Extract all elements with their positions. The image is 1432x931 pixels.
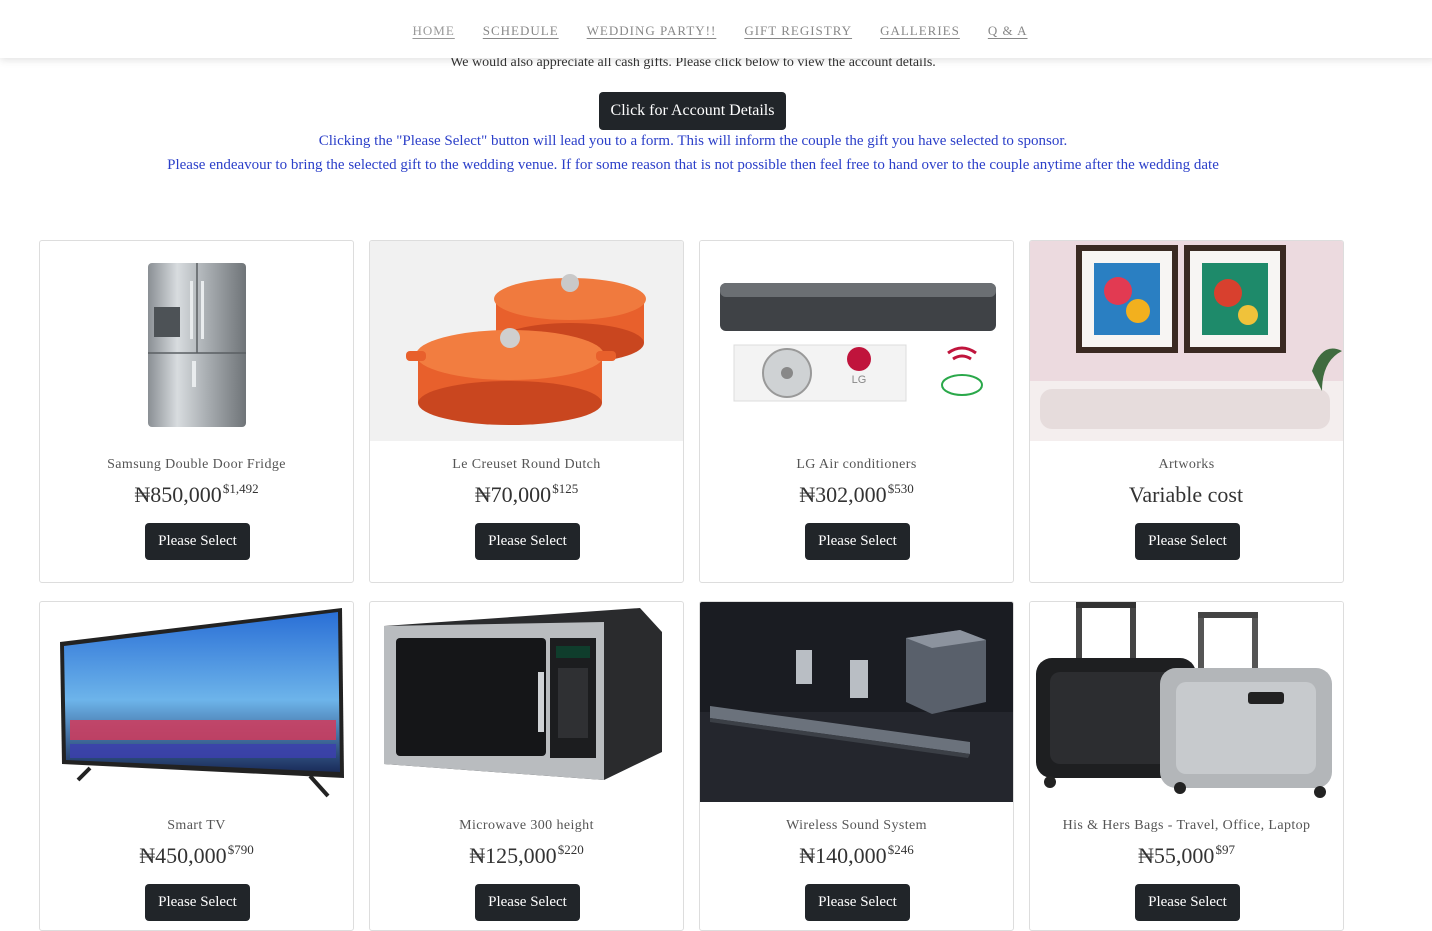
gift-name: His & Hers Bags - Travel, Office, Laptop bbox=[1062, 818, 1311, 833]
luggage-image bbox=[1030, 602, 1343, 802]
gift-usd-price: $97 bbox=[1215, 842, 1235, 857]
artwork-image bbox=[1030, 241, 1343, 441]
gift-card: His & Hers Bags - Travel, Office, Laptop… bbox=[1029, 601, 1344, 931]
gift-name: Smart TV bbox=[167, 818, 226, 833]
gift-price: Variable cost bbox=[1128, 482, 1244, 507]
gift-usd-price: $220 bbox=[557, 842, 584, 857]
gift-card: Samsung Double Door Fridge ₦850,000$1,49… bbox=[39, 240, 354, 583]
gift-price: ₦302,000$530 bbox=[799, 481, 914, 507]
gift-usd-price: $1,492 bbox=[222, 481, 259, 496]
dutch-oven-image bbox=[370, 241, 683, 441]
svg-text:LG: LG bbox=[852, 374, 867, 386]
gift-card: Artworks Variable cost Please Select bbox=[1029, 240, 1344, 583]
account-details-button[interactable]: Click for Account Details bbox=[599, 92, 786, 130]
please-select-button[interactable]: Please Select bbox=[805, 884, 910, 921]
gift-name: Artworks bbox=[1158, 457, 1215, 472]
gift-name: Le Creuset Round Dutch bbox=[452, 457, 601, 472]
gift-usd-price: $125 bbox=[552, 481, 579, 496]
nav-wedding-party[interactable]: WEDDING PARTY!! bbox=[587, 23, 717, 39]
please-select-button[interactable]: Please Select bbox=[475, 884, 580, 921]
please-select-button[interactable]: Please Select bbox=[475, 523, 580, 560]
venue-info-line: Please endeavour to bring the selected g… bbox=[167, 157, 1219, 173]
gift-price: ₦55,000$97 bbox=[1138, 842, 1235, 868]
please-select-button[interactable]: Please Select bbox=[805, 523, 910, 560]
gift-card: Wireless Sound System ₦140,000$246 Pleas… bbox=[699, 601, 1014, 931]
sound-system-image bbox=[700, 602, 1013, 802]
gift-price: ₦125,000$220 bbox=[469, 842, 584, 868]
tv-image bbox=[40, 602, 353, 802]
please-select-button[interactable]: Please Select bbox=[145, 523, 250, 560]
gift-usd-price: $530 bbox=[887, 481, 914, 496]
fridge-image bbox=[40, 241, 353, 441]
please-select-button[interactable]: Please Select bbox=[145, 884, 250, 921]
nav-qa[interactable]: Q & A bbox=[988, 23, 1028, 39]
gift-price: ₦70,000$125 bbox=[474, 481, 579, 507]
gift-price: ₦850,000$1,492 bbox=[134, 481, 259, 507]
gift-name: LG Air conditioners bbox=[796, 457, 917, 472]
gift-name: Wireless Sound System bbox=[786, 818, 927, 833]
select-info-line: Clicking the "Please Select" button will… bbox=[318, 133, 1068, 149]
gift-card: Le Creuset Round Dutch ₦70,000$125 Pleas… bbox=[369, 240, 684, 583]
gift-name: Microwave 300 height bbox=[459, 818, 594, 833]
gift-price: ₦140,000$246 bbox=[799, 842, 914, 868]
top-navbar: HOME SCHEDULE WEDDING PARTY!! GIFT REGIS… bbox=[0, 0, 1432, 58]
air-conditioner-image: LG bbox=[700, 241, 1013, 441]
nav-galleries[interactable]: GALLERIES bbox=[880, 23, 960, 39]
gift-usd-price: $790 bbox=[227, 842, 254, 857]
gift-card: LG LG Air conditioners ₦302,000$530 Plea… bbox=[699, 240, 1014, 583]
nav-schedule[interactable]: SCHEDULE bbox=[483, 23, 559, 39]
gift-price: ₦450,000$790 bbox=[139, 842, 254, 868]
microwave-image bbox=[370, 602, 683, 802]
nav-gift-registry[interactable]: GIFT REGISTRY bbox=[744, 23, 852, 39]
gift-card: Microwave 300 height ₦125,000$220 Please… bbox=[369, 601, 684, 931]
please-select-button[interactable]: Please Select bbox=[1135, 884, 1240, 921]
nav-home[interactable]: HOME bbox=[412, 23, 454, 39]
gift-usd-price: $246 bbox=[887, 842, 914, 857]
please-select-button[interactable]: Please Select bbox=[1135, 523, 1240, 560]
gift-card: Smart TV ₦450,000$790 Please Select bbox=[39, 601, 354, 931]
gift-name: Samsung Double Door Fridge bbox=[107, 457, 286, 472]
